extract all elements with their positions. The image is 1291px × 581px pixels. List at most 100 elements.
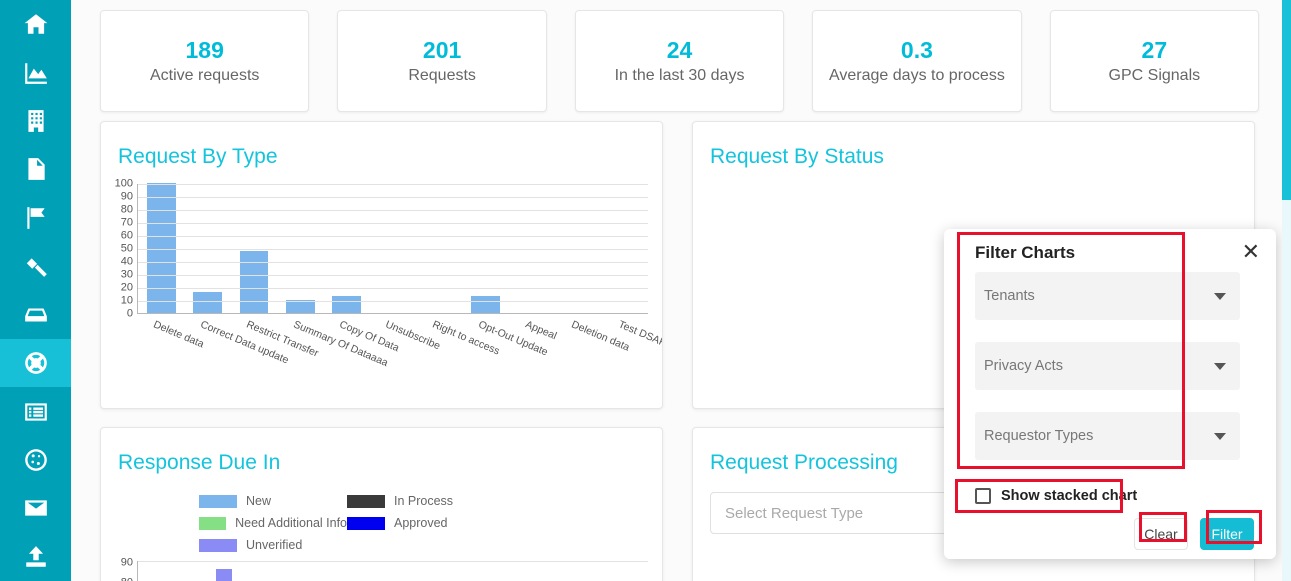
legend-item[interactable]: New bbox=[199, 494, 347, 508]
y-tick: 80 bbox=[121, 577, 133, 581]
stat-value: 201 bbox=[422, 37, 462, 63]
legend-item[interactable]: Approved bbox=[347, 516, 495, 530]
gridline bbox=[138, 236, 648, 237]
sidebar-item-mail[interactable] bbox=[0, 484, 71, 532]
stat-label: Requests bbox=[408, 67, 476, 84]
x-label-slot: Deletion data bbox=[555, 316, 632, 382]
y-tick: 60 bbox=[120, 229, 133, 242]
flag-icon bbox=[23, 205, 49, 231]
sidebar-item-documents[interactable] bbox=[0, 145, 71, 193]
panel-title: Response Due In bbox=[118, 451, 281, 474]
bar[interactable] bbox=[332, 296, 361, 313]
bar[interactable] bbox=[193, 292, 222, 313]
legend-item[interactable]: Need Additional Info bbox=[199, 516, 347, 530]
show-stacked-chart-label: Show stacked chart bbox=[1001, 488, 1138, 504]
x-label-slot: Delete data bbox=[137, 316, 206, 382]
sidebar-item-home[interactable] bbox=[0, 0, 71, 48]
close-icon[interactable]: ✕ bbox=[1242, 241, 1260, 263]
legend-item[interactable]: Unverified bbox=[199, 538, 347, 552]
x-axis-labels: Delete data Correct Data update Restrict T… bbox=[137, 316, 662, 382]
y-tick: 20 bbox=[120, 281, 133, 294]
stat-value: 189 bbox=[185, 37, 224, 63]
x-label-slot: Summary Of Dataaaa bbox=[276, 316, 389, 382]
x-axis-label: Appeal bbox=[523, 318, 559, 343]
panel-response-due-in: Response Due In New In Process Need Additi… bbox=[100, 427, 663, 581]
panel-request-by-type: Request By Type 0 10 20 30 40 50 60 70 80 90 100 D… bbox=[100, 121, 663, 409]
gridline bbox=[138, 288, 648, 289]
page-scrollbar-thumb[interactable] bbox=[1282, 0, 1291, 200]
dashboard-root: 189 Active requests 201 Requests 24 In t… bbox=[0, 0, 1291, 581]
sidebar-item-cookies[interactable] bbox=[0, 436, 71, 484]
response-due-chart: 90 80 bbox=[109, 556, 654, 581]
legend-label: Unverified bbox=[246, 538, 303, 552]
plot-area bbox=[137, 561, 648, 581]
upload-icon bbox=[23, 544, 49, 570]
legend-label: Approved bbox=[394, 516, 448, 530]
legend-swatch bbox=[347, 494, 385, 508]
x-label-slot: Opt-Out Update bbox=[462, 316, 550, 382]
stat-value: 0.3 bbox=[900, 37, 933, 63]
filter-field-requestor-types[interactable]: Requestor Types bbox=[975, 412, 1240, 460]
sidebar-item-requests[interactable] bbox=[0, 338, 71, 388]
select-request-type-placeholder: Select Request Type bbox=[725, 504, 864, 522]
filter-fields: Tenants Privacy Acts Requestor Types bbox=[944, 263, 1276, 460]
chart-legend: New In Process Need Additional Info Approve… bbox=[199, 494, 639, 552]
chevron-down-icon bbox=[1214, 362, 1226, 370]
y-tick: 70 bbox=[120, 216, 133, 229]
bar[interactable] bbox=[146, 183, 176, 313]
stat-label: Average days to process bbox=[829, 67, 1005, 84]
sidebar-item-upload[interactable] bbox=[0, 533, 71, 581]
chevron-down-icon bbox=[1214, 292, 1226, 300]
show-stacked-chart-checkbox[interactable] bbox=[975, 488, 991, 504]
gridline bbox=[138, 197, 648, 198]
stat-card-gpc-signals: 27 GPC Signals bbox=[1049, 10, 1260, 112]
bar-unverified bbox=[216, 569, 232, 581]
filter-field-privacy-acts[interactable]: Privacy Acts bbox=[975, 342, 1240, 390]
sidebar-item-analytics[interactable] bbox=[0, 48, 71, 96]
y-tick: 0 bbox=[126, 307, 133, 320]
sidebar-item-legal[interactable] bbox=[0, 242, 71, 290]
x-label-slot: Right to access bbox=[416, 316, 502, 382]
gridline bbox=[138, 184, 648, 185]
x-label-slot: Restrict Transfer bbox=[230, 316, 321, 382]
legend-swatch bbox=[199, 516, 227, 530]
cookie-icon bbox=[23, 447, 49, 473]
gridline bbox=[138, 223, 648, 224]
inbox-icon bbox=[23, 302, 49, 328]
stat-card-active-requests: 189 Active requests bbox=[100, 10, 310, 112]
chevron-down-icon bbox=[1214, 432, 1226, 440]
bar[interactable] bbox=[471, 296, 501, 313]
filter-button[interactable]: Filter bbox=[1200, 518, 1254, 550]
x-label-slot: Correct Data update bbox=[183, 316, 290, 382]
y-tick: 10 bbox=[120, 294, 133, 307]
legend-label: In Process bbox=[394, 494, 454, 508]
sidebar-item-organization[interactable] bbox=[0, 97, 71, 145]
sidebar-item-inbox[interactable] bbox=[0, 291, 71, 339]
request-by-type-chart: 0 10 20 30 40 50 60 70 80 90 100 Delete data Correc… bbox=[101, 178, 662, 369]
stat-card-requests: 201 Requests bbox=[337, 10, 547, 112]
legend-item[interactable]: In Process bbox=[347, 494, 495, 508]
sidebar bbox=[0, 0, 71, 581]
filter-field-tenants[interactable]: Tenants bbox=[975, 272, 1240, 320]
sidebar-item-flags[interactable] bbox=[0, 194, 71, 242]
y-tick: 90 bbox=[120, 556, 133, 569]
legend-label: Need Additional Info bbox=[235, 516, 347, 530]
stat-label: GPC Signals bbox=[1108, 67, 1201, 84]
clear-button[interactable]: Clear bbox=[1134, 518, 1188, 550]
legend-swatch bbox=[199, 494, 237, 508]
gridline bbox=[138, 262, 648, 263]
stat-value: 24 bbox=[666, 37, 693, 63]
gridline bbox=[138, 301, 648, 302]
gridline bbox=[138, 249, 648, 250]
envelope-icon bbox=[23, 495, 49, 521]
x-label-slot: Unsubscribe bbox=[369, 316, 442, 382]
filter-field-label: Privacy Acts bbox=[984, 358, 1063, 374]
plot-area bbox=[137, 183, 648, 314]
y-tick: 100 bbox=[114, 177, 133, 190]
bar[interactable] bbox=[239, 250, 269, 313]
x-label-slot: Copy Of Data bbox=[323, 316, 401, 382]
filter-charts-popup: Filter Charts ✕ Tenants Privacy Acts Req… bbox=[944, 229, 1276, 559]
x-label-slot: Test DSAR Request bbox=[602, 316, 662, 382]
legend-swatch bbox=[199, 538, 237, 552]
sidebar-item-list[interactable] bbox=[0, 387, 71, 435]
